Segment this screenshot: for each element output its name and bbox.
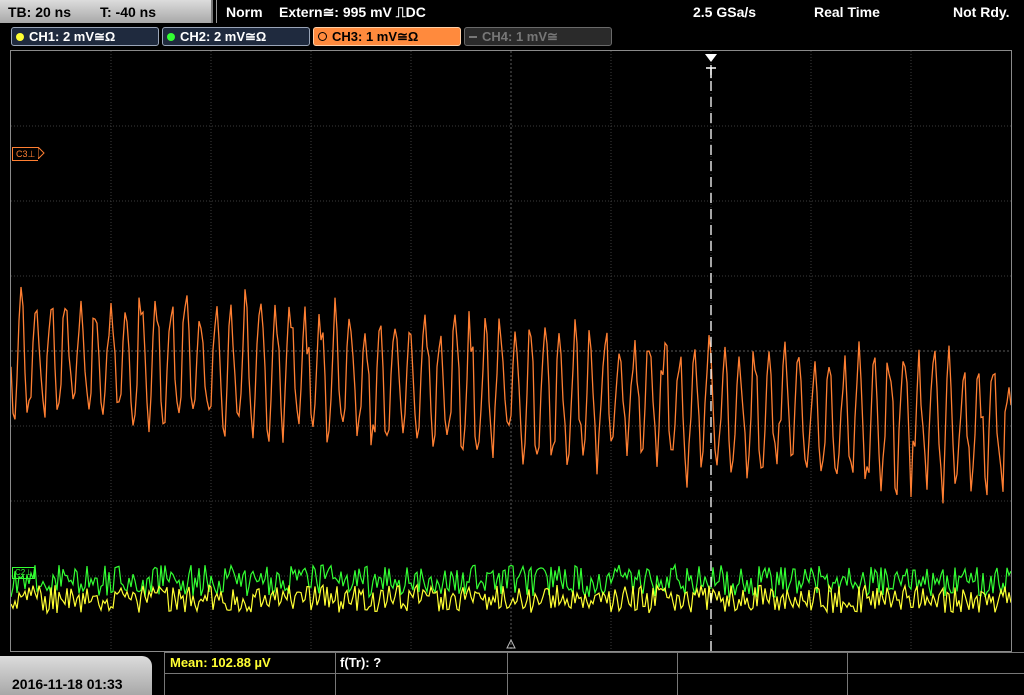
acquisition-mode: Real Time [814, 4, 880, 20]
sample-rate: 2.5 GSa/s [693, 4, 757, 20]
measurement-cell[interactable] [507, 653, 677, 674]
channel-3-button[interactable]: CH3: 1 mV≅Ω [313, 27, 461, 46]
channel-2-label: CH2: 2 mV≅Ω [180, 28, 267, 44]
channel-4-label: CH4: 1 mV≅ [482, 28, 558, 44]
channel-2-dot-icon [167, 32, 175, 41]
measurement-cell[interactable] [677, 674, 847, 695]
measurement-cell[interactable] [677, 653, 847, 674]
trigger-time-value: T: -40 ns [100, 4, 157, 20]
measurement-row-1: Mean: 102.88 µV f(Tr): ? [165, 652, 1024, 674]
freq-measurement[interactable]: f(Tr): ? [340, 655, 381, 670]
channel-2-button[interactable]: CH2: 2 mV≅Ω [162, 27, 310, 46]
channel-1-button[interactable]: CH1: 2 mV≅Ω [11, 27, 159, 46]
channel-1-dot-icon [16, 32, 24, 41]
run-status: Not Rdy. [953, 4, 1010, 20]
channel-3-ref-label: C3⊥ [16, 149, 36, 159]
channel-4-button[interactable]: CH4: 1 mV≅ [464, 27, 612, 46]
timebase-panel[interactable]: TB: 20 ns T: -40 ns [0, 0, 213, 23]
graticule [11, 51, 1011, 651]
channel-4-off-icon [469, 35, 477, 38]
measurement-cell[interactable] [847, 653, 1024, 674]
channel-3-dot-icon [318, 32, 327, 41]
timebase-value: TB: 20 ns [8, 4, 72, 20]
channel-2-ref-label: C2⊥ [15, 568, 33, 577]
measurement-row-2 [165, 673, 1024, 695]
waveform-display[interactable]: C3⊥ C2⊥ [10, 50, 1012, 652]
trigger-mode[interactable]: Norm [226, 4, 263, 20]
mean-measurement[interactable]: Mean: 102.88 µV [170, 655, 271, 670]
footer: 2016-11-18 01:33 Mean: 102.88 µV f(Tr): … [0, 652, 1024, 695]
channel-3-ref-marker[interactable]: C3⊥ [12, 147, 39, 161]
channel-1-label: CH1: 2 mV≅Ω [29, 28, 116, 44]
channel-bar: CH1: 2 mV≅Ω CH2: 2 mV≅Ω CH3: 1 mV≅Ω CH4:… [0, 24, 1024, 50]
ground-ref-icon [38, 147, 45, 159]
measurement-cell[interactable] [335, 674, 507, 695]
waveform-canvas [11, 51, 1011, 651]
channel-2-ref-marker[interactable]: C2⊥ [12, 567, 36, 579]
trigger-source[interactable]: Extern≅: 995 mV ⎍DC [279, 4, 426, 21]
status-bar: TB: 20 ns T: -40 ns Norm Extern≅: 995 mV… [0, 0, 1024, 24]
datetime-panel: 2016-11-18 01:33 [0, 656, 152, 695]
measurement-cell[interactable] [847, 674, 1024, 695]
measurement-panel: Mean: 102.88 µV f(Tr): ? [164, 652, 1024, 695]
measurement-cell[interactable] [507, 674, 677, 695]
channel-3-label: CH3: 1 mV≅Ω [332, 28, 419, 44]
datetime: 2016-11-18 01:33 [12, 676, 123, 692]
